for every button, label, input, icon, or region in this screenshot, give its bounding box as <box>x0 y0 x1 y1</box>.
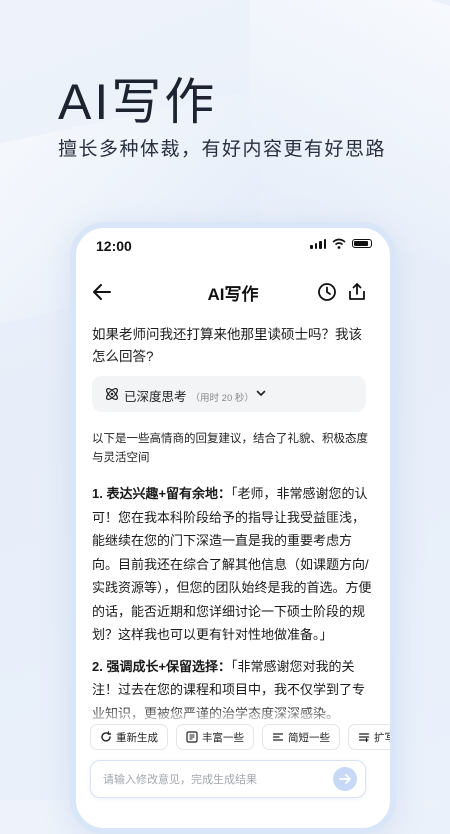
wifi-icon <box>332 238 346 249</box>
point-heading: 1. 表达兴趣+留有余地： <box>92 486 232 501</box>
chevron-down-icon <box>256 390 266 396</box>
shorten-button[interactable]: 简短一些 <box>262 724 340 750</box>
chip-label: 简短一些 <box>288 731 330 744</box>
battery-icon <box>352 239 372 248</box>
nav-bar: AI写作 <box>76 276 390 308</box>
status-time: 12:00 <box>96 238 132 254</box>
hero-title: AI写作 <box>58 74 218 130</box>
atom-icon <box>106 388 118 400</box>
user-question: 如果老师问我还打算来他那里读硕士吗？我该怎么回答? <box>92 327 362 364</box>
history-clock-icon[interactable] <box>316 281 338 303</box>
regenerate-button[interactable]: 重新生成 <box>90 724 168 750</box>
enrich-button[interactable]: 丰富一些 <box>176 724 254 750</box>
chip-label: 扩写缩写 <box>374 731 395 744</box>
regenerate-icon <box>101 731 112 742</box>
hero-subtitle: 擅长多种体裁，有好内容更有好思路 <box>58 139 387 160</box>
answer-intro: 以下是一些高情商的回复建议，结合了礼貌、积极态度与灵活空间 <box>92 433 368 464</box>
deep-thinking-toggle[interactable]: 已深度思考 （用时 20 秒） <box>92 376 366 412</box>
modify-input-bar <box>90 760 366 799</box>
chip-label: 丰富一些 <box>202 731 244 744</box>
expand-icon <box>358 733 370 743</box>
send-arrow-icon <box>339 774 351 784</box>
phone-mockup: 12:00 AI写作 如果老师问我还打算来他那里读硕士吗？我该怎么回答? 已深度… <box>70 222 396 834</box>
status-bar: 12:00 <box>76 228 390 268</box>
content-fade <box>76 706 390 726</box>
modify-input[interactable] <box>101 761 325 799</box>
answer-content: 以下是一些高情商的回复建议，结合了礼貌、积极态度与灵活空间 1. 表达兴趣+留有… <box>92 430 374 733</box>
shorten-icon <box>272 733 284 741</box>
point-heading: 2. 强调成长+保留选择： <box>92 658 232 674</box>
answer-point: 1. 表达兴趣+留有余地：「老师，非常感谢您的认可！您在我本科阶段给予的指导让我… <box>92 482 374 647</box>
send-button[interactable] <box>333 767 357 791</box>
action-chips: 重新生成 丰富一些 简短一些 扩写缩写 <box>90 724 395 750</box>
enrich-icon <box>186 731 198 743</box>
chip-label: 重新生成 <box>116 731 158 744</box>
thinking-time: （用时 20 秒） <box>190 393 254 404</box>
export-icon[interactable] <box>346 281 368 303</box>
nav-title: AI写作 <box>207 285 259 304</box>
thinking-label: 已深度思考 <box>124 390 187 404</box>
expand-button[interactable]: 扩写缩写 <box>348 724 395 750</box>
status-icons <box>310 238 372 249</box>
signal-icon <box>310 238 326 249</box>
point-text: 「老师，非常感谢您的认可！您在我本科阶段给予的指导让我受益匪浅，能继续在您的门下… <box>92 486 372 642</box>
